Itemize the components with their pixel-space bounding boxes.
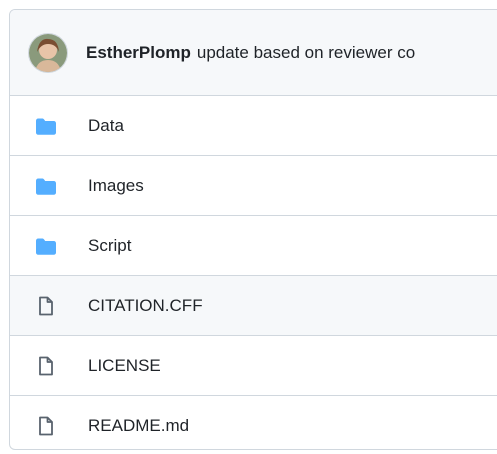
file-name-link[interactable]: CITATION.CFF	[88, 296, 203, 316]
latest-commit-bar: EstherPlomp update based on reviewer co	[10, 10, 497, 96]
file-name-link[interactable]: Script	[88, 236, 131, 256]
file-row-data[interactable]: Data	[10, 96, 497, 156]
commit-author-link[interactable]: EstherPlomp	[86, 43, 191, 63]
file-row-images[interactable]: Images	[10, 156, 497, 216]
file-icon	[36, 416, 56, 436]
file-row-citation[interactable]: CITATION.CFF	[10, 276, 497, 336]
file-row-readme[interactable]: README.md	[10, 396, 497, 449]
commit-message-link[interactable]: update based on reviewer co	[197, 43, 415, 63]
folder-icon	[36, 176, 56, 196]
file-list: Data Images Script CITATION.CFF LICENSE	[10, 96, 497, 449]
file-icon	[36, 296, 56, 316]
file-row-license[interactable]: LICENSE	[10, 336, 497, 396]
folder-icon	[36, 236, 56, 256]
file-icon	[36, 356, 56, 376]
file-name-link[interactable]: LICENSE	[88, 356, 161, 376]
repository-file-browser: EstherPlomp update based on reviewer co …	[9, 9, 497, 450]
file-row-script[interactable]: Script	[10, 216, 497, 276]
author-avatar[interactable]	[28, 32, 68, 73]
folder-icon	[36, 116, 56, 136]
file-name-link[interactable]: README.md	[88, 416, 189, 436]
file-name-link[interactable]: Data	[88, 116, 124, 136]
file-name-link[interactable]: Images	[88, 176, 144, 196]
